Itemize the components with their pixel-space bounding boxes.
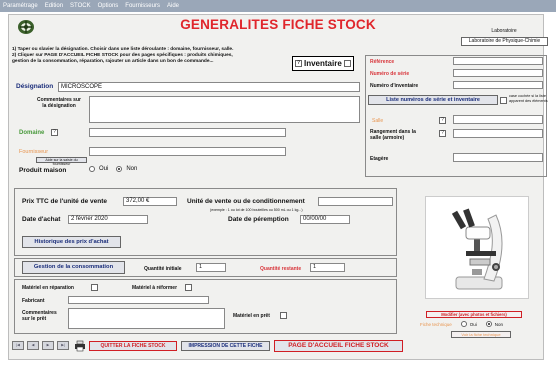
reformer-checkbox[interactable] (185, 284, 192, 291)
commentaires-label: Commentaires sur la désignation (34, 97, 84, 109)
quantite-initiale-label: Quantité initiale (144, 266, 182, 272)
pret-label: Matériel en prêt (233, 313, 270, 319)
salle-select[interactable] (453, 115, 543, 124)
reparation-label: Matériel en réparation (22, 285, 74, 291)
instructions: 1) Taper ou slavier la désignation. Choi… (12, 47, 297, 65)
salle-help-button[interactable]: ? (439, 117, 446, 124)
prix-label: Prix TTC de l'unité de vente (22, 198, 107, 205)
historique-prix-button[interactable]: Historique des prix d'achat (22, 236, 121, 248)
inventaire-help-button[interactable]: ? (295, 60, 302, 67)
reference-label: Référence (370, 59, 395, 65)
achat-input[interactable]: 2 février 2020 (68, 215, 148, 224)
produit-maison-label: Produit maison (19, 167, 67, 174)
modifier-photos-button[interactable]: Modifier (avec photos et fichiers) (426, 311, 522, 318)
commentaires-textarea[interactable] (89, 96, 360, 123)
previous-record-button[interactable]: ◀ (27, 341, 39, 350)
unite-label: Unité de vente ou de conditionnement (187, 198, 305, 205)
etagere-label: Etagère (370, 156, 389, 162)
gestion-consommation-button[interactable]: Gestion de la consommation (22, 261, 125, 274)
fiche-technique-non-radio[interactable] (485, 321, 492, 327)
inventaire-checkbox[interactable] (343, 60, 351, 67)
menu-parametrage[interactable]: Paramétrage (3, 0, 38, 12)
domaine-label: Domaine (19, 130, 45, 136)
domaine-select[interactable] (89, 128, 286, 137)
commentaires-label-line-2: la désignation (42, 103, 76, 109)
reparation-checkbox[interactable] (91, 284, 98, 291)
fournisseur-help-button[interactable]: Aide sur la saisie du fournisseur (36, 157, 87, 166)
rangement-label-line-2: salle (armoire) (370, 135, 405, 141)
fiche-technique-label: Fiche technique (420, 321, 452, 327)
menu-bar: Paramétrage Edition STOCK Options Fourni… (0, 0, 556, 12)
unite-example: (exemple : 1 ou lot de 100 bouteilles ou… (210, 208, 303, 212)
commentaires-pret-textarea[interactable] (68, 308, 225, 329)
fiche-technique-oui-radio[interactable] (460, 321, 467, 327)
quantite-restante-label: Quantité restante (260, 266, 302, 272)
achat-label: Date d'achat (22, 216, 61, 223)
reference-input[interactable] (453, 57, 543, 65)
menu-fournisseurs[interactable]: Fournisseurs (125, 0, 160, 12)
voir-fiche-technique-button[interactable]: Voir la fiche technique (451, 331, 511, 338)
produit-maison-oui-label: Oui (99, 166, 109, 172)
rangement-label: Rangement dans la salle (armoire) (370, 129, 416, 141)
numero-serie-label: Numéro de série (370, 71, 410, 77)
fournisseur-select[interactable] (89, 147, 286, 156)
reformer-label: Matériel à réformer (132, 285, 178, 291)
printer-icon[interactable] (74, 340, 86, 352)
rangement-select[interactable] (453, 129, 543, 138)
menu-aide[interactable]: Aide (167, 0, 179, 12)
commentaires-pret-line-2: sur le prêt (22, 316, 47, 322)
fournisseur-label: Fournisseur (19, 149, 49, 155)
fiche-technique-non-label: Non (494, 321, 504, 327)
liste-checkbox[interactable] (500, 97, 507, 104)
pret-checkbox[interactable] (280, 312, 287, 319)
etagere-input[interactable] (453, 153, 543, 162)
fiche-technique-oui-label: Oui (469, 321, 477, 327)
lab-label: Laboratoire (491, 28, 517, 34)
inventaire-label: Inventaire (304, 59, 342, 68)
liste-numeros-button[interactable]: Liste numéros de série et inventaire (368, 95, 498, 105)
designation-label: Désignation (16, 83, 54, 90)
numero-serie-input[interactable] (453, 69, 543, 77)
fiche-technique-row: Fiche technique Oui Non (420, 321, 503, 327)
produit-maison-non-radio[interactable] (116, 166, 123, 172)
produit-maison-oui-radio[interactable] (89, 166, 95, 172)
rangement-help-button[interactable]: ? (439, 130, 446, 137)
menu-options[interactable]: Options (98, 0, 119, 12)
fabricant-label: Fabricant (22, 298, 45, 304)
microscope-photo (451, 208, 503, 290)
menu-edition[interactable]: Edition (45, 0, 63, 12)
menu-stock[interactable]: STOCK (70, 0, 91, 12)
impression-button[interactable]: IMPRESSION DE CETTE FICHE (181, 341, 270, 351)
unite-input[interactable] (318, 197, 393, 206)
fabricant-input[interactable] (68, 296, 209, 304)
produit-maison-non-label: Non (126, 166, 138, 172)
next-record-button[interactable]: ▶ (42, 341, 54, 350)
accueil-button[interactable]: PAGE D'ACCUEIL FICHE STOCK (274, 340, 403, 352)
first-record-button[interactable]: |◀ (12, 341, 24, 350)
quitter-button[interactable]: QUITTER LA FICHE STOCK (89, 341, 177, 351)
quantite-restante-input[interactable]: 1 (310, 263, 345, 272)
photo-frame (425, 196, 529, 299)
numero-inventaire-input[interactable] (453, 81, 543, 89)
domaine-help-button[interactable]: ? (51, 129, 58, 136)
commentaires-pret-label: Commentaires sur le prêt (22, 310, 57, 322)
record-navigation: |◀ ◀ ▶ ▶| (12, 341, 69, 350)
instruction-line-3: gestion de la consommation, réparation, … (12, 59, 214, 64)
produit-maison-radios: Oui Non (89, 166, 137, 172)
lab-select[interactable]: Laboratoire de Physique-Chimie (461, 37, 548, 46)
peremption-input[interactable]: 00/00/00 (300, 215, 350, 224)
inventaire-box: ? Inventaire (292, 56, 354, 71)
liste-note: case cochée si la liste apparent des élé… (509, 94, 549, 104)
liste-note-line-2: apparent des éléments (509, 99, 548, 103)
last-record-button[interactable]: ▶| (57, 341, 69, 350)
prix-input[interactable]: 372,00 € (123, 197, 177, 206)
numero-inventaire-label: Numéro d'inventaire (370, 83, 419, 89)
peremption-label: Date de péremption (228, 216, 289, 223)
salle-label: Salle (372, 118, 384, 124)
quantite-initiale-input[interactable]: 1 (196, 263, 226, 272)
designation-input[interactable]: MICROSCOPE (58, 82, 360, 92)
